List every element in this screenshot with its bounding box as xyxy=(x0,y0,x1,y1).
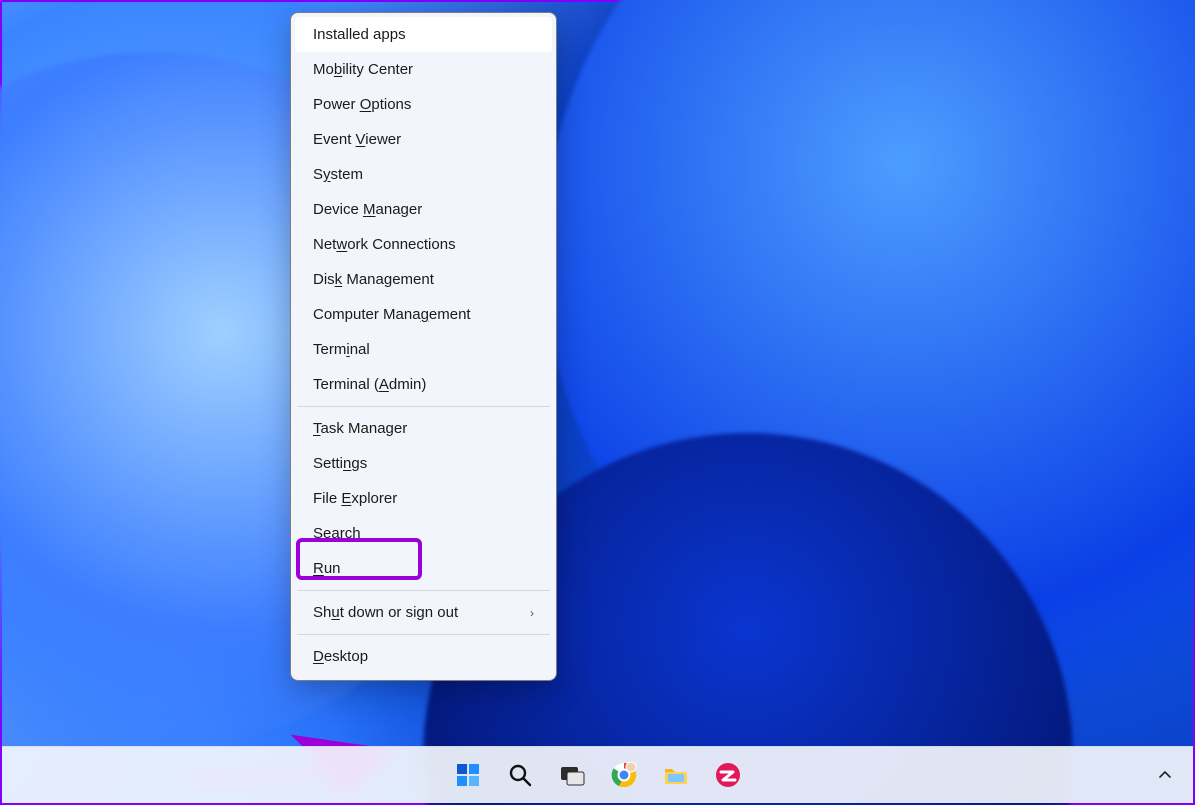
menu-item-event-viewer[interactable]: Event Viewer xyxy=(295,122,552,157)
menu-item-search[interactable]: Search xyxy=(295,516,552,551)
menu-item-task-manager[interactable]: Task Manager xyxy=(295,411,552,446)
menu-item-power-options[interactable]: Power Options xyxy=(295,87,552,122)
menu-item-label: Shut down or sign out xyxy=(313,604,458,621)
menu-item-shut-down-or-sign-out[interactable]: Shut down or sign out › xyxy=(295,595,552,630)
menu-item-terminal[interactable]: Terminal xyxy=(295,332,552,367)
menu-item-system[interactable]: System xyxy=(295,157,552,192)
menu-separator xyxy=(297,634,550,635)
menu-item-settings[interactable]: Settings xyxy=(295,446,552,481)
zoho-icon xyxy=(713,760,743,790)
menu-item-computer-management[interactable]: Computer Management xyxy=(295,297,552,332)
menu-item-label: File Explorer xyxy=(313,490,397,507)
zoho-app[interactable] xyxy=(707,754,749,796)
menu-item-label: Desktop xyxy=(313,648,368,665)
task-view-button[interactable] xyxy=(551,754,593,796)
folder-icon xyxy=(661,760,691,790)
menu-item-desktop[interactable]: Desktop xyxy=(295,639,552,674)
menu-item-label: Device Manager xyxy=(313,201,422,218)
start-context-menu: Installed apps Mobility Center Power Optio… xyxy=(290,12,557,681)
file-explorer-app[interactable] xyxy=(655,754,697,796)
menu-item-label: Disk Management xyxy=(313,271,434,288)
menu-item-label: Network Connections xyxy=(313,236,456,253)
taskbar xyxy=(2,746,1193,803)
menu-item-label: Terminal (Admin) xyxy=(313,376,426,393)
menu-item-label: Installed apps xyxy=(313,26,406,43)
menu-item-label: Computer Management xyxy=(313,306,471,323)
menu-item-run[interactable]: Run xyxy=(295,551,552,586)
submenu-arrow-icon: › xyxy=(530,606,534,620)
search-icon xyxy=(505,760,535,790)
menu-item-label: Settings xyxy=(313,455,367,472)
menu-item-file-explorer[interactable]: File Explorer xyxy=(295,481,552,516)
tray-overflow-button[interactable] xyxy=(1151,761,1179,789)
menu-item-disk-management[interactable]: Disk Management xyxy=(295,262,552,297)
chrome-icon xyxy=(609,760,639,790)
start-button[interactable] xyxy=(447,754,489,796)
menu-item-label: Terminal xyxy=(313,341,370,358)
menu-item-label: System xyxy=(313,166,363,183)
chrome-app[interactable] xyxy=(603,754,645,796)
menu-item-network-connections[interactable]: Network Connections xyxy=(295,227,552,262)
menu-separator xyxy=(297,406,550,407)
menu-item-label: Mobility Center xyxy=(313,61,413,78)
desktop-wallpaper xyxy=(2,2,1193,803)
menu-item-device-manager[interactable]: Device Manager xyxy=(295,192,552,227)
chevron-up-icon xyxy=(1158,768,1172,782)
menu-item-installed-apps[interactable]: Installed apps xyxy=(295,17,552,52)
menu-separator xyxy=(297,590,550,591)
task-view-icon xyxy=(557,760,587,790)
windows-logo-icon xyxy=(453,760,483,790)
menu-item-terminal-admin[interactable]: Terminal (Admin) xyxy=(295,367,552,402)
menu-item-label: Task Manager xyxy=(313,420,407,437)
menu-item-label: Power Options xyxy=(313,96,411,113)
menu-item-mobility-center[interactable]: Mobility Center xyxy=(295,52,552,87)
search-button[interactable] xyxy=(499,754,541,796)
menu-item-label: Search xyxy=(313,525,361,542)
system-tray xyxy=(1151,747,1179,803)
menu-item-label: Run xyxy=(313,560,341,577)
menu-item-label: Event Viewer xyxy=(313,131,401,148)
